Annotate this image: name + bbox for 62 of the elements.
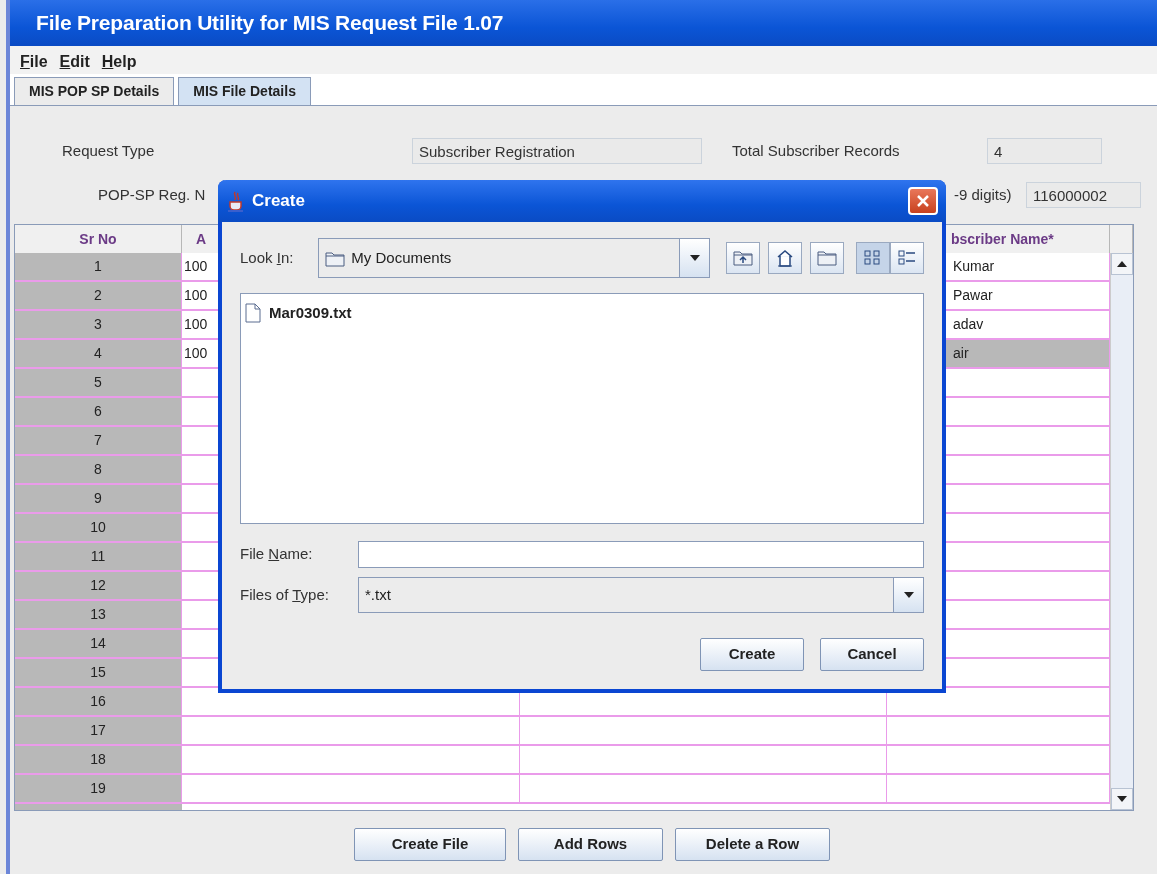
new-folder-icon [817, 248, 837, 268]
toolbar-button[interactable] [890, 242, 924, 274]
dialog-title: Create [252, 190, 305, 213]
scroll-bar[interactable] [1110, 253, 1133, 810]
row-number: 4 [15, 340, 182, 369]
scroll-up-icon [1116, 259, 1128, 269]
close-button[interactable] [908, 187, 938, 215]
row-number: 17 [15, 717, 182, 746]
file-type-dropdown[interactable]: *.txt [358, 577, 924, 613]
row-number: 1 [15, 253, 182, 282]
tab[interactable]: MIS File Details [178, 77, 311, 105]
action-button[interactable]: Create File [354, 828, 506, 861]
tab[interactable]: MIS POP SP Details [14, 77, 175, 105]
table-header-corner [1110, 225, 1133, 253]
row-number: 13 [15, 601, 182, 630]
toolbar-button[interactable] [768, 242, 802, 274]
text-field[interactable]: 116000002 [1026, 182, 1141, 208]
row-number: 16 [15, 688, 182, 717]
details-view-icon [897, 248, 917, 268]
column-header[interactable]: Sr No [15, 225, 182, 253]
field-label: -9 digits) [954, 184, 1013, 205]
look-in-dropdown[interactable]: My Documents [318, 238, 710, 278]
text-field[interactable]: Subscriber Registration [412, 138, 702, 164]
menu-item[interactable]: Help [101, 50, 137, 70]
field-label: Total Subscriber Records [732, 140, 901, 161]
dialog-button[interactable]: Create [700, 638, 804, 671]
close-icon [916, 194, 930, 208]
row-number: 8 [15, 456, 182, 485]
row-number: 5 [15, 369, 182, 398]
row-number: 10 [15, 514, 182, 543]
scroll-down-icon [1116, 794, 1128, 804]
row-number: 9 [15, 485, 182, 514]
action-button[interactable]: Add Rows [518, 828, 663, 861]
field-label: Files of Type: [240, 584, 330, 605]
file-name-field[interactable] [358, 541, 924, 568]
action-button[interactable]: Delete a Row [675, 828, 830, 861]
home-icon [775, 248, 795, 268]
row-number: 2 [15, 282, 182, 311]
window-title: File Preparation Utility for MIS Request File 1.07 [36, 10, 504, 37]
up-folder-icon [733, 248, 753, 268]
toolbar-button[interactable] [726, 242, 760, 274]
folder-icon [325, 249, 346, 267]
row-number: 14 [15, 630, 182, 659]
row-number: 3 [15, 311, 182, 340]
row-number: 6 [15, 398, 182, 427]
dropdown-value: *.txt [364, 584, 392, 605]
row-number: 11 [15, 543, 182, 572]
dialog-button[interactable]: Cancel [820, 638, 924, 671]
row-number: 18 [15, 746, 182, 775]
menu-item[interactable]: File [20, 50, 48, 70]
field-label: POP-SP Reg. N [98, 185, 206, 203]
list-view-icon [863, 248, 883, 268]
field-label: File Name: [240, 544, 314, 565]
row-number: 12 [15, 572, 182, 601]
menu-item[interactable]: Edit [59, 50, 90, 70]
row-number: 19 [15, 775, 182, 804]
file-icon [245, 303, 261, 324]
row-number: 15 [15, 659, 182, 688]
text-field[interactable]: 4 [987, 138, 1102, 164]
row-number: 7 [15, 427, 182, 456]
field-label: Request Type [62, 140, 156, 161]
coffee-cup-icon [226, 190, 246, 212]
